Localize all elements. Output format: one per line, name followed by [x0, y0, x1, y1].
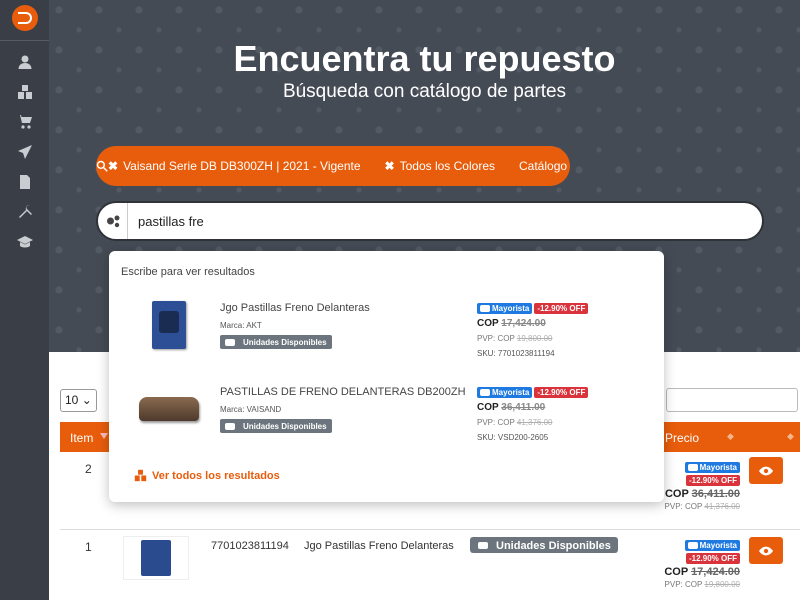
search-input[interactable] [128, 213, 728, 229]
page-subtitle: Búsqueda con catálogo de partes [282, 81, 567, 102]
boxes-icon [134, 469, 147, 482]
box-icon [225, 338, 235, 346]
sidebar-item-tools[interactable] [0, 197, 49, 227]
wholesale-badge: Mayorista [684, 540, 740, 551]
see-all-results-link[interactable]: Ver todos los resultados [134, 469, 280, 482]
row-product-name: Jgo Pastillas Freno Delanteras [304, 540, 454, 552]
sidebar-item-inventory[interactable] [0, 77, 49, 107]
product-thumbnail[interactable] [123, 536, 189, 580]
graduation-cap-icon [16, 236, 33, 248]
close-icon[interactable]: ✖ [385, 159, 395, 173]
sidebar-item-training[interactable] [0, 227, 49, 257]
availability-badge: Unidades Disponibles [220, 419, 332, 433]
pvp-value: PVP: COP 41,376.00 [664, 502, 740, 511]
send-icon [17, 145, 32, 159]
price-value: COP 17,424.00 [664, 566, 740, 578]
row-price: Mayorista -12.90% OFF COP 36,411.00 PVP:… [664, 462, 740, 511]
discount-badge: -12.90% OFF [685, 475, 740, 486]
box-icon [478, 542, 488, 549]
wholesale-badge: Mayorista [477, 387, 533, 398]
filter-bar: ✖ Vaisand Serie DB DB300ZH | 2021 - Vige… [96, 146, 570, 186]
product-image [139, 299, 199, 351]
gears-icon [106, 215, 119, 228]
cart-icon [16, 115, 32, 129]
row-item-number: 2 [85, 462, 92, 476]
row-price: Mayorista -12.90% OFF COP 17,424.00 PVP:… [664, 540, 740, 589]
pvp-value: PVP: COP 41,376.00 [477, 418, 553, 427]
search-results-dropdown: Escribe para ver resultados Jgo Pastilla… [109, 251, 664, 502]
search-icon [96, 160, 108, 172]
table-search-input[interactable] [666, 388, 798, 412]
result-brand: Marca: VAISAND [220, 405, 282, 414]
handshake-icon [480, 305, 490, 312]
price-value: COP 36,411.00 [477, 402, 546, 413]
result-price: Mayorista -12.90% OFF COP 36,411.00 PVP:… [477, 387, 627, 442]
sidebar-item-user[interactable] [0, 47, 49, 77]
result-price: Mayorista -12.90% OFF COP 17,424.00 PVP:… [477, 303, 627, 358]
wholesale-badge: Mayorista [477, 303, 533, 314]
filter-catalog[interactable]: Catálogo [519, 159, 567, 173]
close-icon[interactable]: ✖ [108, 159, 118, 173]
sort-icon[interactable]: ◆ [727, 431, 734, 442]
sidebar-item-send[interactable] [0, 137, 49, 167]
dropdown-hint: Escribe para ver resultados [121, 266, 255, 278]
view-button[interactable] [749, 537, 783, 564]
result-name: PASTILLAS DE FRENO DELANTERAS DB200ZH [220, 386, 466, 398]
pvp-value: PVP: COP 19,800.00 [477, 334, 553, 343]
sidebar-item-cart[interactable] [0, 107, 49, 137]
filter-color-label: Todos los Colores [399, 159, 495, 173]
row-sku: 7701023811194 [211, 540, 289, 552]
search-bar [96, 201, 764, 241]
eye-icon [759, 546, 773, 555]
wholesale-badge: Mayorista [684, 462, 740, 473]
filter-vehicle-label: Vaisand Serie DB DB300ZH | 2021 - Vigent… [123, 159, 361, 173]
sort-desc-icon[interactable] [100, 433, 108, 439]
filter-search-button[interactable] [96, 160, 108, 172]
pvp-value: PVP: COP 19,800.00 [664, 580, 740, 589]
column-header-price[interactable]: Precio [665, 431, 699, 445]
search-result-item[interactable]: Jgo Pastillas Freno Delanteras Marca: AK… [109, 291, 664, 373]
result-sku: SKU: VSD200-2605 [477, 433, 549, 442]
app-logo[interactable] [11, 5, 38, 31]
boxes-icon [17, 85, 32, 99]
availability-badge: Unidades Disponibles [470, 537, 618, 553]
price-value: COP 17,424.00 [477, 318, 546, 329]
page-title: Encuentra tu repuesto [233, 38, 616, 79]
search-result-item[interactable]: PASTILLAS DE FRENO DELANTERAS DB200ZH Ma… [109, 375, 664, 457]
user-icon [18, 55, 31, 69]
view-button[interactable] [749, 457, 783, 484]
row-item-number: 1 [85, 540, 92, 554]
search-settings-button[interactable] [98, 203, 128, 239]
result-sku: SKU: 7701023811194 [477, 349, 555, 358]
discount-badge: -12.90% OFF [685, 553, 740, 564]
handshake-icon [687, 542, 698, 549]
price-value: COP 36,411.00 [664, 488, 740, 500]
sort-icon[interactable]: ◆ [787, 431, 794, 442]
sidebar-divider [0, 40, 49, 41]
table-row: 1 7701023811194 Jgo Pastillas Freno Dela… [60, 531, 800, 600]
box-icon [225, 422, 235, 430]
sidebar [0, 0, 49, 600]
result-name: Jgo Pastillas Freno Delanteras [220, 302, 370, 314]
availability-badge: Unidades Disponibles [220, 335, 332, 349]
discount-badge: -12.90% OFF [534, 387, 589, 398]
document-icon [19, 175, 30, 189]
result-brand: Marca: AKT [220, 321, 262, 330]
filter-color[interactable]: ✖ Todos los Colores [385, 159, 495, 173]
sidebar-item-documents[interactable] [0, 167, 49, 197]
filter-vehicle[interactable]: ✖ Vaisand Serie DB DB300ZH | 2021 - Vige… [108, 159, 361, 173]
discount-badge: -12.90% OFF [534, 303, 589, 314]
product-image [139, 383, 199, 435]
column-header-item[interactable]: Item [70, 431, 93, 445]
eye-icon [759, 466, 773, 475]
handshake-icon [480, 389, 490, 396]
tools-icon [18, 205, 32, 218]
page-size-select[interactable]: 10 ⌄ [60, 389, 97, 412]
handshake-icon [687, 464, 698, 471]
